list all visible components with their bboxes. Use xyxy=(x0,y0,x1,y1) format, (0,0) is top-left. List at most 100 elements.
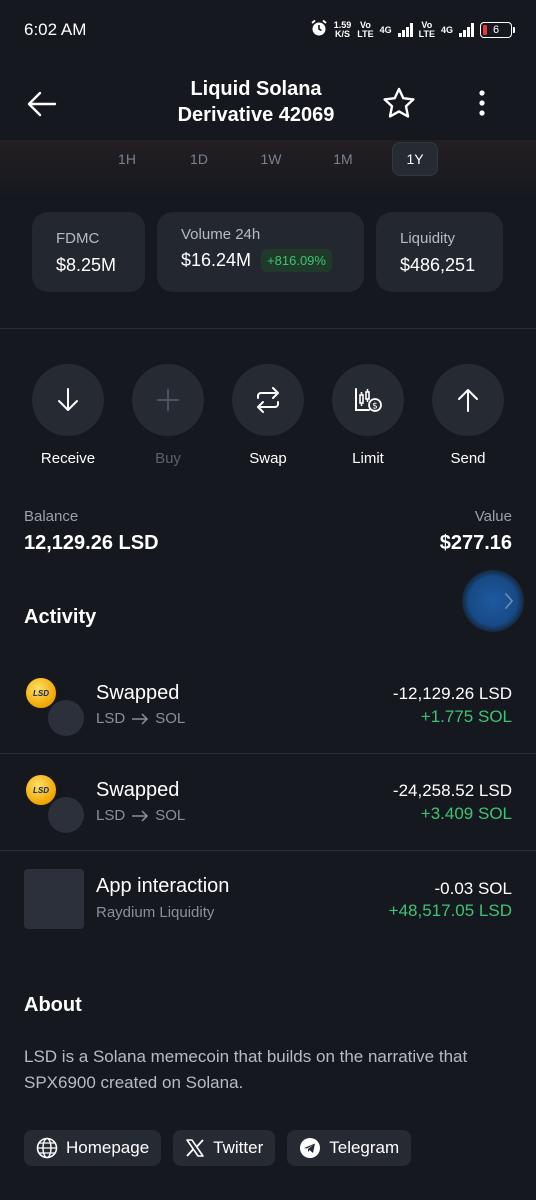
back-button[interactable] xyxy=(22,84,62,124)
activity-item-subtitle: LSD SOL xyxy=(96,710,185,727)
app-thumbnail xyxy=(24,869,84,929)
star-icon xyxy=(383,87,415,118)
favorite-button[interactable] xyxy=(378,82,420,124)
sim2-bottom: LTE xyxy=(418,29,435,39)
status-icons: 1.59 K/S Vo LTE 4G Vo LTE 4G 6 xyxy=(310,19,515,42)
homepage-label: Homepage xyxy=(66,1138,150,1157)
title-line-1: Liquid Solana xyxy=(190,78,322,100)
fdmc-value: $8.25M xyxy=(56,255,145,276)
timeframe-1w[interactable]: 1W xyxy=(248,142,294,176)
homepage-link[interactable]: Homepage xyxy=(24,1130,162,1166)
stat-card-volume: Volume 24h $16.24M +816.09% xyxy=(157,212,364,292)
title-line-2: Derivative 42069 xyxy=(177,104,335,126)
sim2-net: 4G xyxy=(440,24,453,35)
social-links: Homepage Twitter Telegram xyxy=(24,1130,412,1166)
timeframe-1d[interactable]: 1D xyxy=(176,142,222,176)
swap-icon xyxy=(257,387,279,413)
activity-more-button[interactable] xyxy=(462,570,524,632)
activity-item-subtitle: Raydium Liquidity xyxy=(96,904,215,921)
header: Liquid Solana Derivative 42069 xyxy=(0,68,536,140)
swap-to: SOL xyxy=(155,710,186,727)
more-vertical-icon xyxy=(479,90,485,116)
divider xyxy=(0,850,536,851)
receive-label: Receive xyxy=(40,450,96,467)
buy-button[interactable]: Buy xyxy=(132,364,204,467)
send-circle[interactable] xyxy=(432,364,504,436)
battery-percent: 6 xyxy=(492,24,500,36)
receive-circle[interactable] xyxy=(32,364,104,436)
activity-amount-in: +1.775 SOL xyxy=(420,707,512,726)
about-title: About xyxy=(24,994,82,1016)
status-bar: 6:02 AM 1.59 K/S Vo LTE 4G Vo LTE 4G 6 xyxy=(0,0,536,60)
value-label: Value xyxy=(474,508,512,525)
activity-amount-in: +48,517.05 LSD xyxy=(388,901,512,920)
limit-button[interactable]: $ Limit xyxy=(332,364,404,467)
swap-to: SOL xyxy=(155,807,186,824)
activity-item[interactable]: App interaction Raydium Liquidity -0.03 … xyxy=(0,869,536,965)
divider xyxy=(0,328,536,329)
limit-label: Limit xyxy=(352,450,384,467)
activity-title: Activity xyxy=(24,606,97,628)
sim1-volte: Vo LTE xyxy=(357,21,373,39)
balance-label: Balance xyxy=(24,508,79,525)
alarm-icon xyxy=(310,19,328,42)
x-logo-icon xyxy=(186,1139,204,1157)
timeframe-1h[interactable]: 1H xyxy=(104,142,150,176)
liquidity-label: Liquidity xyxy=(400,230,456,247)
swap-from: LSD xyxy=(96,807,126,824)
network-speed: 1.59 K/S xyxy=(334,21,352,39)
liquidity-value: $486,251 xyxy=(400,255,503,276)
swap-button[interactable]: Swap xyxy=(232,364,304,467)
timeframe-1y[interactable]: 1Y xyxy=(392,142,438,176)
liquidity-amount: $486,251 xyxy=(400,255,476,275)
sim1-bottom: LTE xyxy=(357,29,374,39)
telegram-link[interactable]: Telegram xyxy=(287,1130,412,1166)
page-title: Liquid Solana Derivative 42069 xyxy=(140,76,372,128)
twitter-label: Twitter xyxy=(213,1138,264,1157)
plus-icon xyxy=(157,389,179,411)
twitter-link[interactable]: Twitter xyxy=(173,1130,276,1166)
battery-level xyxy=(483,25,487,35)
timeframe-1m[interactable]: 1M xyxy=(320,142,366,176)
send-label: Send xyxy=(450,450,486,467)
activity-amount-out: -24,258.52 LSD xyxy=(392,781,512,800)
chevron-right-icon xyxy=(505,593,514,609)
stat-card-fdmc: FDMC $8.25M xyxy=(32,212,145,292)
arrow-left-icon xyxy=(27,91,57,117)
swap-circle[interactable] xyxy=(232,364,304,436)
sol-token-icon xyxy=(48,797,84,833)
activity-amount-in: +3.409 SOL xyxy=(420,804,512,823)
send-button[interactable]: Send xyxy=(432,364,504,467)
activity-item[interactable]: LSD Swapped LSD SOL -12,129.26 LSD +1.77… xyxy=(0,676,536,772)
activity-amount-out: -12,129.26 LSD xyxy=(392,684,512,703)
timeframe-selector: 1H 1D 1W 1M 1Y xyxy=(104,142,438,176)
value-amount: $277.16 xyxy=(439,532,512,554)
activity-item[interactable]: LSD Swapped LSD SOL -24,258.52 LSD +3.40… xyxy=(0,773,536,869)
volume-value: $16.24M +816.09% xyxy=(181,249,364,272)
limit-chart-icon: $ xyxy=(355,388,382,412)
fdmc-amount: $8.25M xyxy=(56,255,117,275)
arrow-down-icon xyxy=(58,388,78,411)
fdmc-label: FDMC xyxy=(56,230,100,247)
receive-button[interactable]: Receive xyxy=(32,364,104,467)
swap-label: Swap xyxy=(249,450,287,467)
activity-amount-out: -0.03 SOL xyxy=(434,879,513,898)
telegram-icon xyxy=(300,1138,321,1158)
about-description: LSD is a Solana memecoin that builds on … xyxy=(24,1047,468,1092)
battery-icon: 6 xyxy=(480,22,515,38)
swap-from: LSD xyxy=(96,710,126,727)
sol-token-icon xyxy=(48,700,84,736)
more-button[interactable] xyxy=(462,82,502,124)
arrow-right-icon xyxy=(132,712,149,725)
arrow-up-icon xyxy=(458,389,478,412)
buy-circle[interactable] xyxy=(132,364,204,436)
volume-label: Volume 24h xyxy=(181,226,261,243)
activity-item-subtitle: LSD SOL xyxy=(96,807,185,824)
globe-icon xyxy=(36,1137,58,1159)
telegram-label: Telegram xyxy=(329,1138,400,1157)
stat-card-liquidity: Liquidity $486,251 xyxy=(376,212,503,292)
status-time: 6:02 AM xyxy=(24,20,87,39)
limit-circle[interactable]: $ xyxy=(332,364,404,436)
action-buttons: Receive Buy Swap $ Limit Send xyxy=(32,364,504,474)
activity-item-title: Swapped xyxy=(96,682,180,704)
